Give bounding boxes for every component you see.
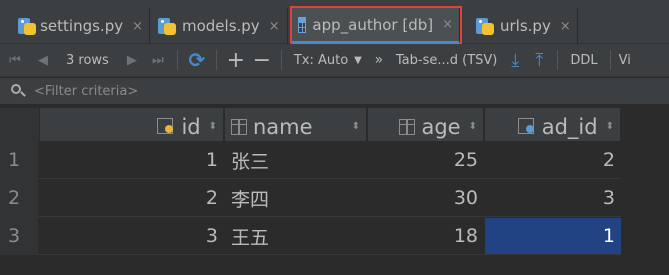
column-icon <box>399 118 416 135</box>
row-number: 3 <box>0 217 38 255</box>
python-file-icon <box>158 17 176 35</box>
cell-age[interactable]: 25 <box>368 142 484 178</box>
close-icon[interactable]: × <box>560 19 571 34</box>
cell-name[interactable]: 张三 <box>225 142 367 178</box>
toolbar-divider <box>176 50 178 70</box>
table-row[interactable]: 2 2 李四 30 3 <box>0 179 669 217</box>
row-count-label[interactable]: 3 rows <box>66 53 109 68</box>
previous-page-button[interactable]: ◀ <box>30 44 56 77</box>
ddl-button[interactable]: DDL <box>570 53 597 68</box>
editor-tab-bar: settings.py × models.py × app_author [db… <box>0 0 669 53</box>
transaction-mode-label: Tx: Auto <box>293 52 349 68</box>
column-header-id[interactable]: id ⬍ <box>40 108 224 145</box>
result-grid: id ⬍ name ⬍ age ⬍ ad_id ⬍ 1 1 张三 25 2 2 … <box>0 104 669 275</box>
cell-ad-id-selected[interactable]: 1 <box>485 218 621 254</box>
upload-icon[interactable]: ⤒ <box>527 44 551 77</box>
column-header-label: ad_id <box>541 114 598 139</box>
row-number-header <box>0 108 40 145</box>
close-icon[interactable]: × <box>442 17 453 32</box>
refresh-button[interactable]: ⟳ <box>184 44 210 77</box>
first-page-button[interactable]: ⏮ <box>0 44 30 77</box>
toolbar-divider <box>215 50 217 70</box>
tab-label: settings.py <box>40 17 124 35</box>
column-header-label: name <box>253 114 313 139</box>
column-header-label: id <box>181 114 201 139</box>
sort-icon[interactable]: ⬍ <box>209 121 217 132</box>
python-file-icon <box>476 17 494 35</box>
sort-icon[interactable]: ⬍ <box>606 121 614 132</box>
sort-icon[interactable]: ⬍ <box>469 121 477 132</box>
row-number: 1 <box>0 141 38 179</box>
next-page-button[interactable]: ▶ <box>119 44 145 77</box>
add-row-button[interactable]: + <box>223 44 249 77</box>
chevron-down-icon: ▼ <box>354 54 362 66</box>
column-header-age[interactable]: age ⬍ <box>368 108 484 145</box>
cell-age[interactable]: 18 <box>368 218 484 254</box>
python-file-icon <box>18 17 36 35</box>
table-row[interactable]: 1 1 张三 25 2 <box>0 141 669 179</box>
column-icon <box>231 118 247 135</box>
cell-name[interactable]: 王五 <box>225 218 367 254</box>
foreign-key-icon <box>517 117 538 136</box>
tab-app-author-db[interactable]: app_author [db] × <box>292 8 460 44</box>
cell-id[interactable]: 3 <box>40 218 224 254</box>
close-icon[interactable]: × <box>132 19 143 34</box>
close-icon[interactable]: × <box>269 19 280 34</box>
cell-ad-id[interactable]: 3 <box>485 180 621 216</box>
more-actions-icon[interactable]: » <box>368 44 390 77</box>
table-row[interactable]: 3 3 王五 18 1 <box>0 217 669 255</box>
view-button[interactable]: Vi <box>619 53 631 68</box>
cell-ad-id[interactable]: 2 <box>485 142 621 178</box>
cell-id[interactable]: 1 <box>40 142 224 178</box>
data-editor-toolbar: ⏮ ◀ 3 rows ▶ ⏭ ⟳ + − Tx: Auto ▼ » Tab-se… <box>0 44 669 77</box>
last-page-button[interactable]: ⏭ <box>145 44 171 77</box>
cell-age[interactable]: 30 <box>368 180 484 216</box>
filter-criteria-bar[interactable]: <Filter criteria> <box>0 78 669 104</box>
column-header-name[interactable]: name ⬍ <box>225 108 367 145</box>
toolbar-divider <box>280 50 282 70</box>
cell-name[interactable]: 李四 <box>225 180 367 216</box>
transaction-mode-dropdown[interactable]: Tx: Auto ▼ <box>294 53 362 68</box>
tab-label: models.py <box>182 17 260 35</box>
toolbar-divider <box>557 50 559 70</box>
column-header-label: age <box>421 114 461 139</box>
cell-id[interactable]: 2 <box>40 180 224 216</box>
tab-urls-py[interactable]: urls.py × <box>470 8 578 44</box>
export-format-selector[interactable]: Tab-se...d (TSV) <box>396 53 497 68</box>
column-header-ad-id[interactable]: ad_id ⬍ <box>485 108 621 145</box>
tab-label: urls.py <box>500 17 551 35</box>
row-number: 2 <box>0 179 38 217</box>
tab-settings-py[interactable]: settings.py × <box>12 8 150 44</box>
filter-criteria-input[interactable]: <Filter criteria> <box>34 84 138 99</box>
toolbar-divider <box>609 50 611 70</box>
delete-row-button[interactable]: − <box>249 44 275 77</box>
sort-icon[interactable]: ⬍ <box>352 121 360 132</box>
search-icon <box>10 83 26 99</box>
download-icon[interactable]: ⤓ <box>503 44 527 77</box>
tab-label: app_author [db] <box>312 15 434 34</box>
table-icon <box>298 16 307 33</box>
tab-models-py[interactable]: models.py × <box>152 8 288 44</box>
primary-key-icon <box>157 117 177 136</box>
